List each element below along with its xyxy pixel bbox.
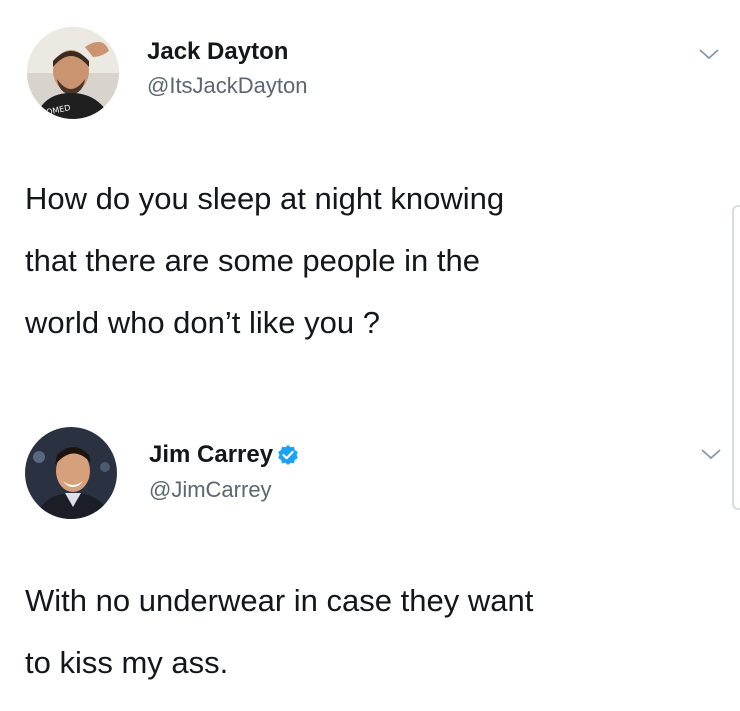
- tweet-text: With no underwear in case they want to k…: [25, 570, 715, 694]
- author-handle[interactable]: @ItsJackDayton: [147, 72, 308, 100]
- chevron-down-icon[interactable]: [697, 46, 721, 62]
- author-name[interactable]: Jack Dayton: [147, 38, 288, 66]
- author-name-row: Jim Carrey: [149, 441, 299, 469]
- tweet-text-line: With no underwear in case they want: [25, 583, 534, 618]
- tweet-card: OMED Jack Dayton @ItsJackDayton How do y…: [0, 0, 740, 400]
- avatar[interactable]: OMED: [27, 27, 119, 119]
- author-name[interactable]: Jim Carrey: [149, 441, 273, 469]
- tweet-text-line: that there are some people in the: [25, 243, 480, 278]
- tweet-text-line: How do you sleep at night knowing: [25, 181, 505, 216]
- tweet-text-line: world who don’t like you ?: [25, 305, 380, 340]
- tweet-text-line: to kiss my ass.: [25, 645, 229, 680]
- author-handle[interactable]: @JimCarrey: [149, 476, 272, 504]
- person-avatar-icon: [25, 427, 117, 519]
- chevron-down-icon[interactable]: [699, 446, 723, 462]
- verified-badge-icon: [277, 444, 299, 466]
- tweet-text: How do you sleep at night knowing that t…: [25, 168, 715, 354]
- avatar[interactable]: [25, 427, 117, 519]
- person-avatar-icon: OMED: [27, 27, 119, 119]
- tweet-card: Jim Carrey @JimCarrey With no underwear …: [0, 400, 740, 711]
